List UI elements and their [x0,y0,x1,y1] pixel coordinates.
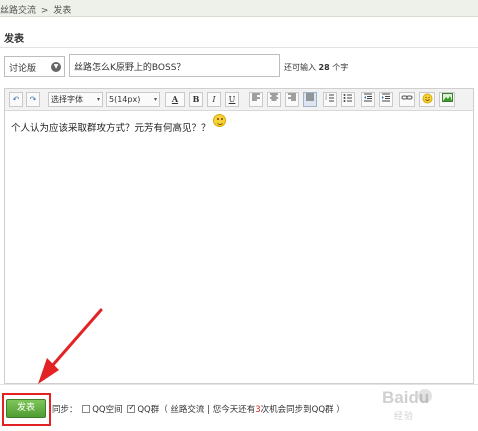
font-size-label: 5(14px) [109,95,141,104]
breadcrumb-parent-link[interactable]: 丝路交流 [0,6,36,16]
image-icon[interactable] [439,92,455,107]
redo-icon[interactable]: ↷ [26,92,40,107]
remaining-prefix: 还可输入 [284,63,316,72]
watermark-brand: Baidu [382,388,430,407]
sync-label: 同步： [52,405,78,415]
today-suffix: 次机会同步到QQ群 [260,405,334,415]
page-title: 发表 [4,34,24,45]
remaining-chars-hint: 还可输入 28 个字 [284,62,348,73]
qzone-label: QQ空间 [92,405,123,415]
chevron-down-icon: ▾ [153,96,157,103]
font-color-button[interactable]: A [165,92,185,107]
title-input[interactable]: 丝路怎么K原野上的BOSS？ [69,54,280,77]
forum-select[interactable]: 讨论版 ▼ [4,56,65,77]
emoji-icon[interactable] [419,92,435,107]
forum-select-value: 讨论版 [9,64,37,74]
qqgroup-checkbox[interactable] [127,403,136,413]
breadcrumb-separator: > [40,6,49,16]
unordered-list-icon[interactable] [341,92,355,107]
editor-toolbar: ↶ ↷ 选择字体 ▾ 5(14px) ▾ A B I U 12 [5,89,473,111]
watermark-sub: 经验 [394,412,415,422]
indent-icon[interactable] [379,92,393,107]
post-button[interactable]: 发表 [6,399,46,418]
rich-text-editor[interactable]: ↶ ↷ 选择字体 ▾ 5(14px) ▾ A B I U 12 个人认为应该采取… [4,88,474,384]
group-name: 丝路交流 [170,405,205,415]
editor-text: 个人认为应该采取群攻方式？元芳有何高见？？ [11,123,211,134]
sync-options: 同步： QQ空间 QQ群（ 丝路交流 | 您今天还有3次机会同步到QQ群 ） [52,403,345,415]
remaining-suffix: 个字 [332,63,349,72]
bold-button[interactable]: B [189,92,203,107]
qqgroup-label: QQ群（ [137,405,168,415]
font-family-label: 选择字体 [51,95,83,104]
editor-content[interactable]: 个人认为应该采取群攻方式？元芳有何高见？？ [11,114,226,134]
italic-button[interactable]: I [207,92,221,107]
divider [0,47,478,48]
link-icon[interactable] [399,92,415,107]
today-prefix: 您今天还有 [212,405,256,415]
smiley-icon [212,114,226,127]
breadcrumb: 丝路交流 > 发表 [0,0,478,17]
align-left-icon[interactable] [249,92,263,107]
remaining-count: 28 [318,63,330,72]
font-color-icon: A [171,94,179,104]
underline-button[interactable]: U [225,92,239,107]
align-right-icon[interactable] [285,92,299,107]
font-size-select[interactable]: 5(14px) ▾ [106,92,160,107]
qzone-checkbox[interactable] [82,405,91,413]
font-family-select[interactable]: 选择字体 ▾ [48,92,103,107]
chevron-down-icon: ▾ [96,96,100,103]
divider: | [207,405,210,415]
close-paren: ） [336,405,345,415]
align-center-icon[interactable] [267,92,281,107]
outdent-icon[interactable] [361,92,375,107]
breadcrumb-current: 发表 [53,6,72,16]
ordered-list-icon[interactable]: 12 [323,92,337,107]
chevron-down-icon[interactable]: ▼ [51,62,61,72]
align-justify-icon[interactable] [303,92,317,107]
baidu-watermark: Baidu 经验 [380,386,472,424]
undo-icon[interactable]: ↶ [9,92,23,107]
svg-text:2: 2 [325,97,327,101]
